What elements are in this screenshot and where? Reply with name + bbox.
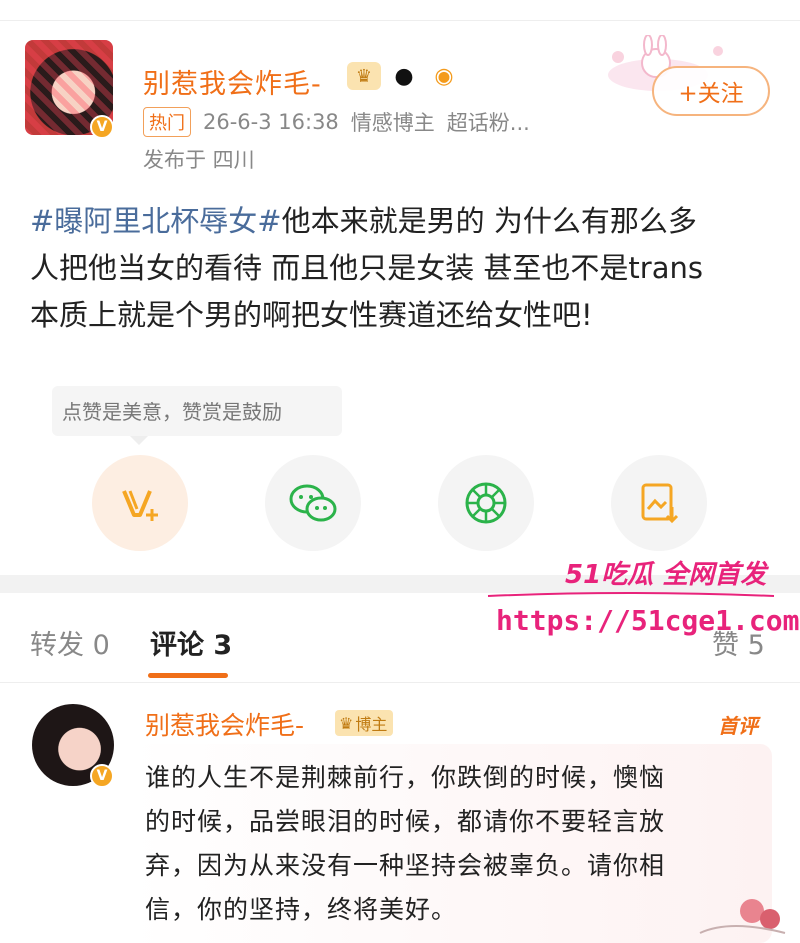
content-line-1: 他本来就是男的 为什么有那么多: [281, 204, 697, 238]
watermark-url: https://51cge1.com: [496, 604, 800, 637]
watermark: 51吃瓜 全网首发 https://51cge1.com: [480, 548, 800, 638]
blogger-badge: ♛ 博主: [335, 710, 394, 736]
hot-tag: 热门: [143, 107, 191, 137]
wechat-icon: [289, 484, 337, 522]
supertopic-label[interactable]: 超话粉...: [447, 107, 530, 137]
weibo-post: V 别惹我会炸毛- ♛ ● ◉ +关注 热门 26-6-3 16:38 情感博主…: [0, 0, 800, 575]
post-datetime: 26-6-3 16:38: [203, 110, 339, 134]
reward-v-icon: [122, 490, 158, 521]
share-wechat-button[interactable]: [265, 455, 361, 551]
reward-button[interactable]: [92, 455, 188, 551]
tab-comments[interactable]: 评论 3: [150, 623, 232, 662]
hashtag-link[interactable]: #曝阿里北杯辱女#: [30, 204, 282, 238]
author-type: 情感博主: [350, 111, 435, 135]
top-divider: [0, 20, 800, 21]
share-moments-button[interactable]: [438, 455, 534, 551]
moments-icon: [465, 482, 507, 524]
user-badges: ♛ ● ◉: [347, 62, 461, 90]
panda-icon: ●: [387, 62, 421, 90]
comment-item: V 别惹我会炸毛- ♛ 博主 首评 谁的人生不是荆棘前行，你跌倒的时候，懊恼 的…: [0, 684, 800, 943]
post-location: 发布于 四川: [143, 148, 255, 172]
reward-tip: 点赞是美意，赞赏是鼓励: [62, 400, 282, 424]
comment-line-1: 谁的人生不是荆棘前行，你跌倒的时候，懊恼: [145, 763, 666, 792]
post-meta: 热门 26-6-3 16:38 情感博主 超话粉...: [143, 107, 530, 137]
post-content: #曝阿里北杯辱女#他本来就是男的 为什么有那么多 人把他当女的看待 而且他只是女…: [30, 198, 780, 339]
follow-button[interactable]: +关注: [652, 66, 770, 116]
tip-arrow: [130, 436, 148, 445]
save-image-icon: [641, 483, 679, 524]
save-image-button[interactable]: [611, 455, 707, 551]
content-line-3: 本质上就是个男的啊把女性赛道还给女性吧!: [30, 298, 593, 332]
watermark-brand: 51吃瓜 全网首发: [565, 560, 767, 590]
crown-small-icon: ♛: [339, 713, 354, 733]
fish-icon: ◉: [427, 62, 461, 90]
crown-icon: ♛: [347, 62, 381, 90]
comment-line-2: 的时候，品尝眼泪的时候，都请你不要轻言放: [145, 807, 666, 836]
content-line-2: 人把他当女的看待 而且他只是女装 甚至也不是trans: [30, 251, 703, 285]
active-tab-indicator: [148, 673, 228, 678]
post-username[interactable]: 别惹我会炸毛-: [143, 62, 322, 101]
comment-text: 谁的人生不是荆棘前行，你跌倒的时候，懊恼 的时候，品尝眼泪的时候，都请你不要轻言…: [145, 756, 765, 932]
comment-verified-icon: V: [90, 764, 114, 788]
comment-line-4: 信，你的坚持，终将美好。: [145, 895, 458, 924]
rose-decoration-icon: [699, 899, 786, 934]
verified-icon: V: [90, 115, 114, 139]
watermark-swoosh: [487, 592, 775, 597]
comment-username[interactable]: 别惹我会炸毛-: [145, 706, 304, 742]
blogger-badge-label: 博主: [355, 715, 388, 734]
comment-line-3: 弃，因为从来没有一种坚持会被辜负。请你相: [145, 851, 666, 880]
first-comment-label: 首评: [718, 714, 758, 738]
tab-repost[interactable]: 转发 0: [30, 623, 110, 662]
